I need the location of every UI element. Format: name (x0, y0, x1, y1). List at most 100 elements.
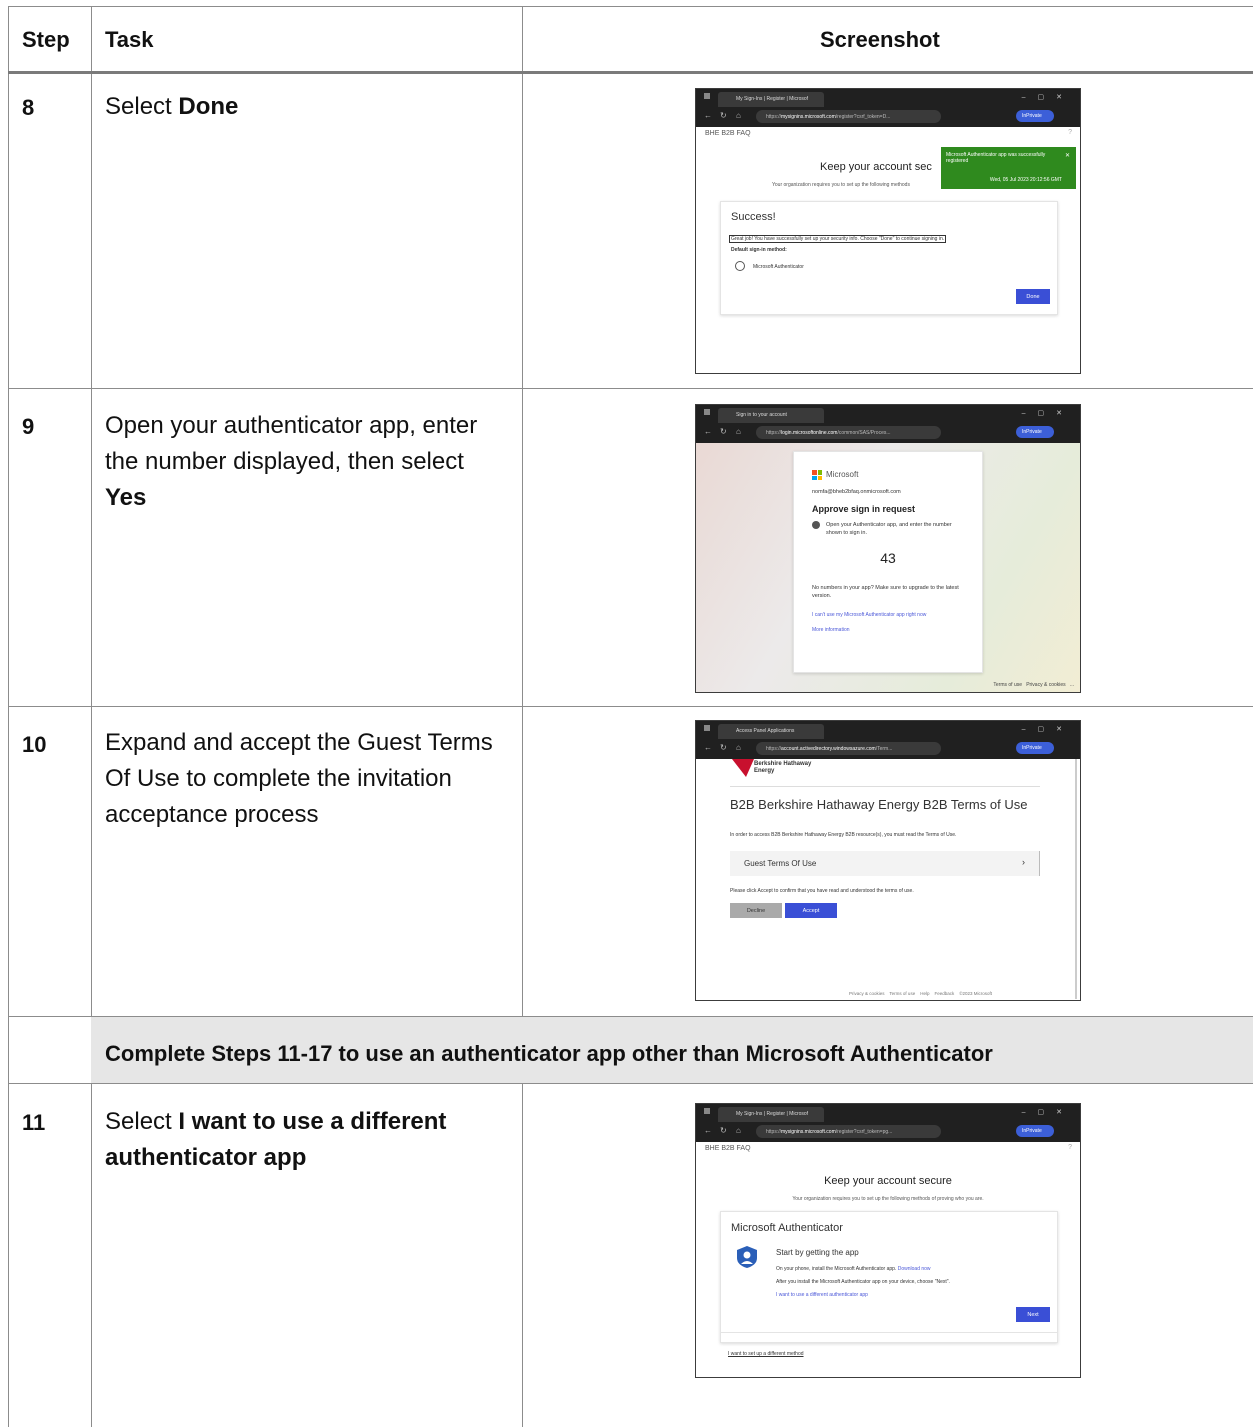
screenshot-step-9: Sign in to your account –▢✕ ← ↻ ⌂ https:… (695, 404, 1081, 693)
decline-button[interactable]: Decline (730, 903, 782, 918)
window-icon (704, 1108, 710, 1114)
refresh-icon: ↻ (720, 111, 727, 120)
table-border-top (8, 6, 1253, 7)
browser-tab: My Sign-Ins | Register | Microsof (718, 1107, 824, 1122)
window-icon (704, 409, 710, 415)
refresh-icon: ↻ (720, 1126, 727, 1135)
back-icon: ← (704, 427, 712, 436)
page-footer: Terms of use Privacy & cookies ... (993, 682, 1074, 688)
chevron-right-icon: › (1022, 857, 1025, 867)
success-card: Success! Great job! You have successfull… (720, 201, 1058, 315)
microsoft-wordmark: Microsoft (826, 470, 859, 479)
bhe-logo-icon (732, 759, 754, 777)
page-subtitle: Your organization requires you to set up… (772, 182, 910, 188)
home-icon: ⌂ (736, 1126, 741, 1135)
task-text: Select I want to use a different authent… (105, 1104, 505, 1176)
different-method-link[interactable]: I want to set up a different method (728, 1351, 804, 1357)
page-title: Keep your account sec (820, 161, 932, 173)
accept-button[interactable]: Accept (785, 903, 837, 918)
confirm-text: Please click Accept to confirm that you … (730, 888, 914, 894)
back-icon: ← (704, 743, 712, 752)
screenshot-step-11: My Sign-Ins | Register | Microsof –▢✕ ← … (695, 1103, 1081, 1378)
header-task: Task (105, 27, 154, 52)
screenshot-step-10: Access Panel Applications –▢✕ ← ↻ ⌂ http… (695, 720, 1081, 1001)
task-bold: Done (178, 93, 239, 120)
refresh-icon: ↻ (720, 427, 727, 436)
task-plain: Select (105, 93, 179, 120)
url-host: account.activedirectory.windowsazure.com (781, 746, 876, 752)
table-divider-2 (522, 6, 523, 1017)
home-icon: ⌂ (736, 743, 741, 752)
cant-use-link[interactable]: I can't use my Microsoft Authenticator a… (812, 612, 926, 618)
browser-chrome: My Sign-Ins | Register | Microsof –▢✕ ← … (696, 1104, 1080, 1142)
url-host: login.microsoftonline.com (781, 430, 838, 436)
url-host: mysignins.microsoft.com (781, 114, 836, 120)
microsoft-logo-icon (812, 470, 822, 480)
tab-title: Access Panel Applications (736, 728, 795, 734)
authenticator-app-icon (737, 1246, 757, 1268)
header-screenshot: Screenshot (820, 27, 940, 52)
table-border-left (8, 6, 9, 1427)
url-prefix: https:// (766, 1129, 782, 1135)
account-email: nomfa@bheb2bfaq.onmicrosoft.com (812, 489, 901, 495)
task-text: Select Done (105, 89, 510, 125)
browser-chrome: Sign in to your account –▢✕ ← ↻ ⌂ https:… (696, 405, 1080, 443)
task-bold: Yes (105, 484, 147, 511)
toast-message: Microsoft Authenticator app was successf… (946, 152, 1046, 164)
url-prefix: https:// (766, 114, 782, 120)
default-method: Microsoft Authenticator (753, 264, 804, 270)
upgrade-note: No numbers in your app? Make sure to upg… (812, 585, 959, 599)
window-icon (704, 725, 710, 731)
step-number: 11 (22, 1110, 46, 1135)
back-icon: ← (704, 1126, 712, 1135)
row-divider-section (8, 1083, 1253, 1084)
install-text: On your phone, install the Microsoft Aut… (776, 1266, 897, 1272)
close-icon[interactable]: ✕ (1065, 152, 1070, 159)
home-icon: ⌂ (736, 111, 741, 120)
next-button[interactable]: Next (1016, 1307, 1050, 1322)
task-plain: Select (105, 1108, 179, 1135)
brand: BHE B2B FAQ (705, 1145, 751, 1152)
page-footer: Privacy & cookies Terms of use Help Feed… (849, 991, 993, 996)
inprivate-badge: InPrivate (1016, 110, 1054, 122)
tab-title: Sign in to your account (736, 412, 787, 418)
authenticator-card: Microsoft Authenticator Start by getting… (720, 1211, 1058, 1343)
terms-intro: In order to access B2B Berkshire Hathawa… (730, 832, 957, 838)
url-rest: /Term... (875, 746, 893, 752)
browser-tab: Sign in to your account (718, 408, 824, 423)
refresh-icon: ↻ (720, 743, 727, 752)
brand: BHE B2B FAQ (705, 130, 751, 137)
scrollbar[interactable] (1075, 759, 1077, 999)
page-subtitle: Your organization requires you to set up… (792, 1196, 984, 1202)
url-host: mysignins.microsoft.com (781, 1129, 836, 1135)
url-rest: /register?csrf_token=pg... (835, 1129, 893, 1135)
tab-title: My Sign-Ins | Register | Microsof (736, 96, 809, 102)
after-install-instruction: After you install the Microsoft Authenti… (776, 1279, 950, 1285)
row-divider-9 (8, 706, 1253, 707)
download-now-link[interactable]: Download now (898, 1266, 931, 1272)
more-information-link[interactable]: More information (812, 627, 850, 633)
row-divider-8 (8, 388, 1253, 389)
address-bar: https://account.activedirectory.windowsa… (756, 742, 941, 755)
header-divider (8, 71, 1253, 74)
inprivate-badge: InPrivate (1016, 1125, 1054, 1137)
authenticator-icon (735, 261, 745, 271)
page-brand-bar: BHE B2B FAQ? (696, 1142, 1080, 1156)
step-number: 10 (22, 732, 47, 757)
inprivate-badge: InPrivate (1016, 742, 1054, 754)
inprivate-badge: InPrivate (1016, 426, 1054, 438)
back-icon: ← (704, 111, 712, 120)
address-bar: https://login.microsoftonline.com/common… (756, 426, 941, 439)
address-bar: https://mysignins.microsoft.com/register… (756, 1125, 941, 1138)
task-plain: Expand and accept the Guest Terms Of Use… (105, 729, 493, 828)
window-controls: –▢✕ (1021, 94, 1074, 101)
done-button[interactable]: Done (1016, 289, 1050, 304)
guest-terms-expander[interactable]: Guest Terms Of Use › (730, 851, 1040, 876)
window-icon (704, 93, 710, 99)
authenticator-icon (812, 521, 820, 529)
different-app-link[interactable]: I want to use a different authenticator … (776, 1292, 868, 1298)
table-divider-2b (522, 1083, 523, 1427)
install-instruction: On your phone, install the Microsoft Aut… (776, 1266, 931, 1272)
terms-title: B2B Berkshire Hathaway Energy B2B Terms … (730, 797, 1028, 812)
task-text: Expand and accept the Guest Terms Of Use… (105, 725, 510, 833)
